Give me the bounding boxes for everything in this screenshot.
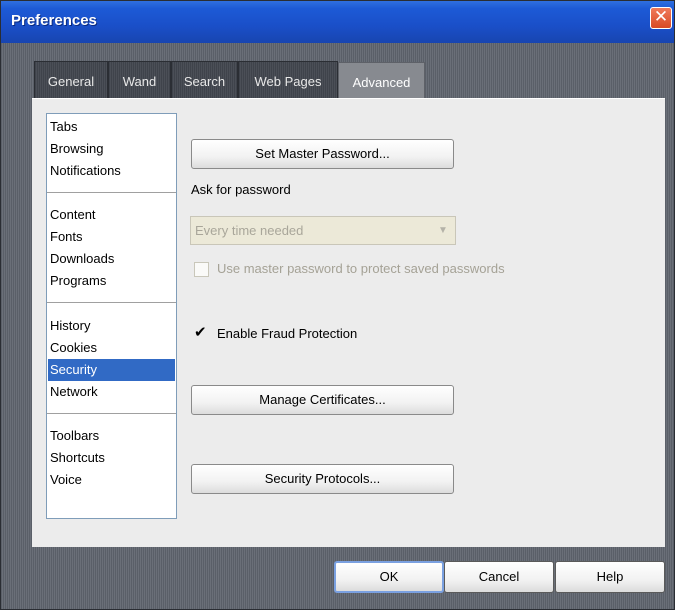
category-divider [47,413,176,414]
category-tabs[interactable]: Tabs [48,116,175,138]
category-divider [47,192,176,193]
check-icon: ✔ [194,323,207,341]
cancel-button[interactable]: Cancel [444,561,554,593]
category-fonts[interactable]: Fonts [48,226,175,248]
ask-for-password-value: Every time needed [195,223,304,238]
title-bar[interactable]: Preferences ✕ [1,1,674,43]
tab-advanced[interactable]: Advanced [338,62,425,99]
category-notifications[interactable]: Notifications [48,160,175,182]
tab-general[interactable]: General [34,61,108,98]
window-title: Preferences [11,12,97,29]
category-divider [47,302,176,303]
category-voice[interactable]: Voice [48,469,175,491]
category-downloads[interactable]: Downloads [48,248,175,270]
category-security[interactable]: Security [48,359,175,381]
ask-for-password-label: Ask for password [191,182,291,197]
tab-search[interactable]: Search [171,61,238,98]
ok-button[interactable]: OK [334,561,444,593]
tab-wand[interactable]: Wand [108,61,171,98]
help-button[interactable]: Help [555,561,665,593]
category-programs[interactable]: Programs [48,270,175,292]
tab-web-pages[interactable]: Web Pages [238,61,338,98]
close-icon[interactable]: ✕ [650,7,672,29]
chevron-down-icon[interactable]: ▼ [432,218,454,243]
category-content[interactable]: Content [48,204,175,226]
category-browsing[interactable]: Browsing [48,138,175,160]
category-cookies[interactable]: Cookies [48,337,175,359]
fraud-protection-label: Enable Fraud Protection [217,326,358,341]
use-master-password-checkbox[interactable] [194,262,209,277]
category-history[interactable]: History [48,315,175,337]
manage-certificates-button[interactable]: Manage Certificates... [191,385,454,415]
category-network[interactable]: Network [48,381,175,403]
set-master-password-button[interactable]: Set Master Password... [191,139,454,169]
security-protocols-button[interactable]: Security Protocols... [191,464,454,494]
use-master-password-label: Use master password to protect saved pas… [217,261,505,276]
preferences-window: Preferences ✕ General Wand Search Web Pa… [0,0,675,610]
ask-for-password-select[interactable]: Every time needed ▼ [190,216,456,245]
category-toolbars[interactable]: Toolbars [48,425,175,447]
fraud-protection-checkbox[interactable]: ✔ [193,323,208,341]
category-list[interactable]: Tabs Browsing Notifications Content Font… [46,113,177,519]
category-shortcuts[interactable]: Shortcuts [48,447,175,469]
